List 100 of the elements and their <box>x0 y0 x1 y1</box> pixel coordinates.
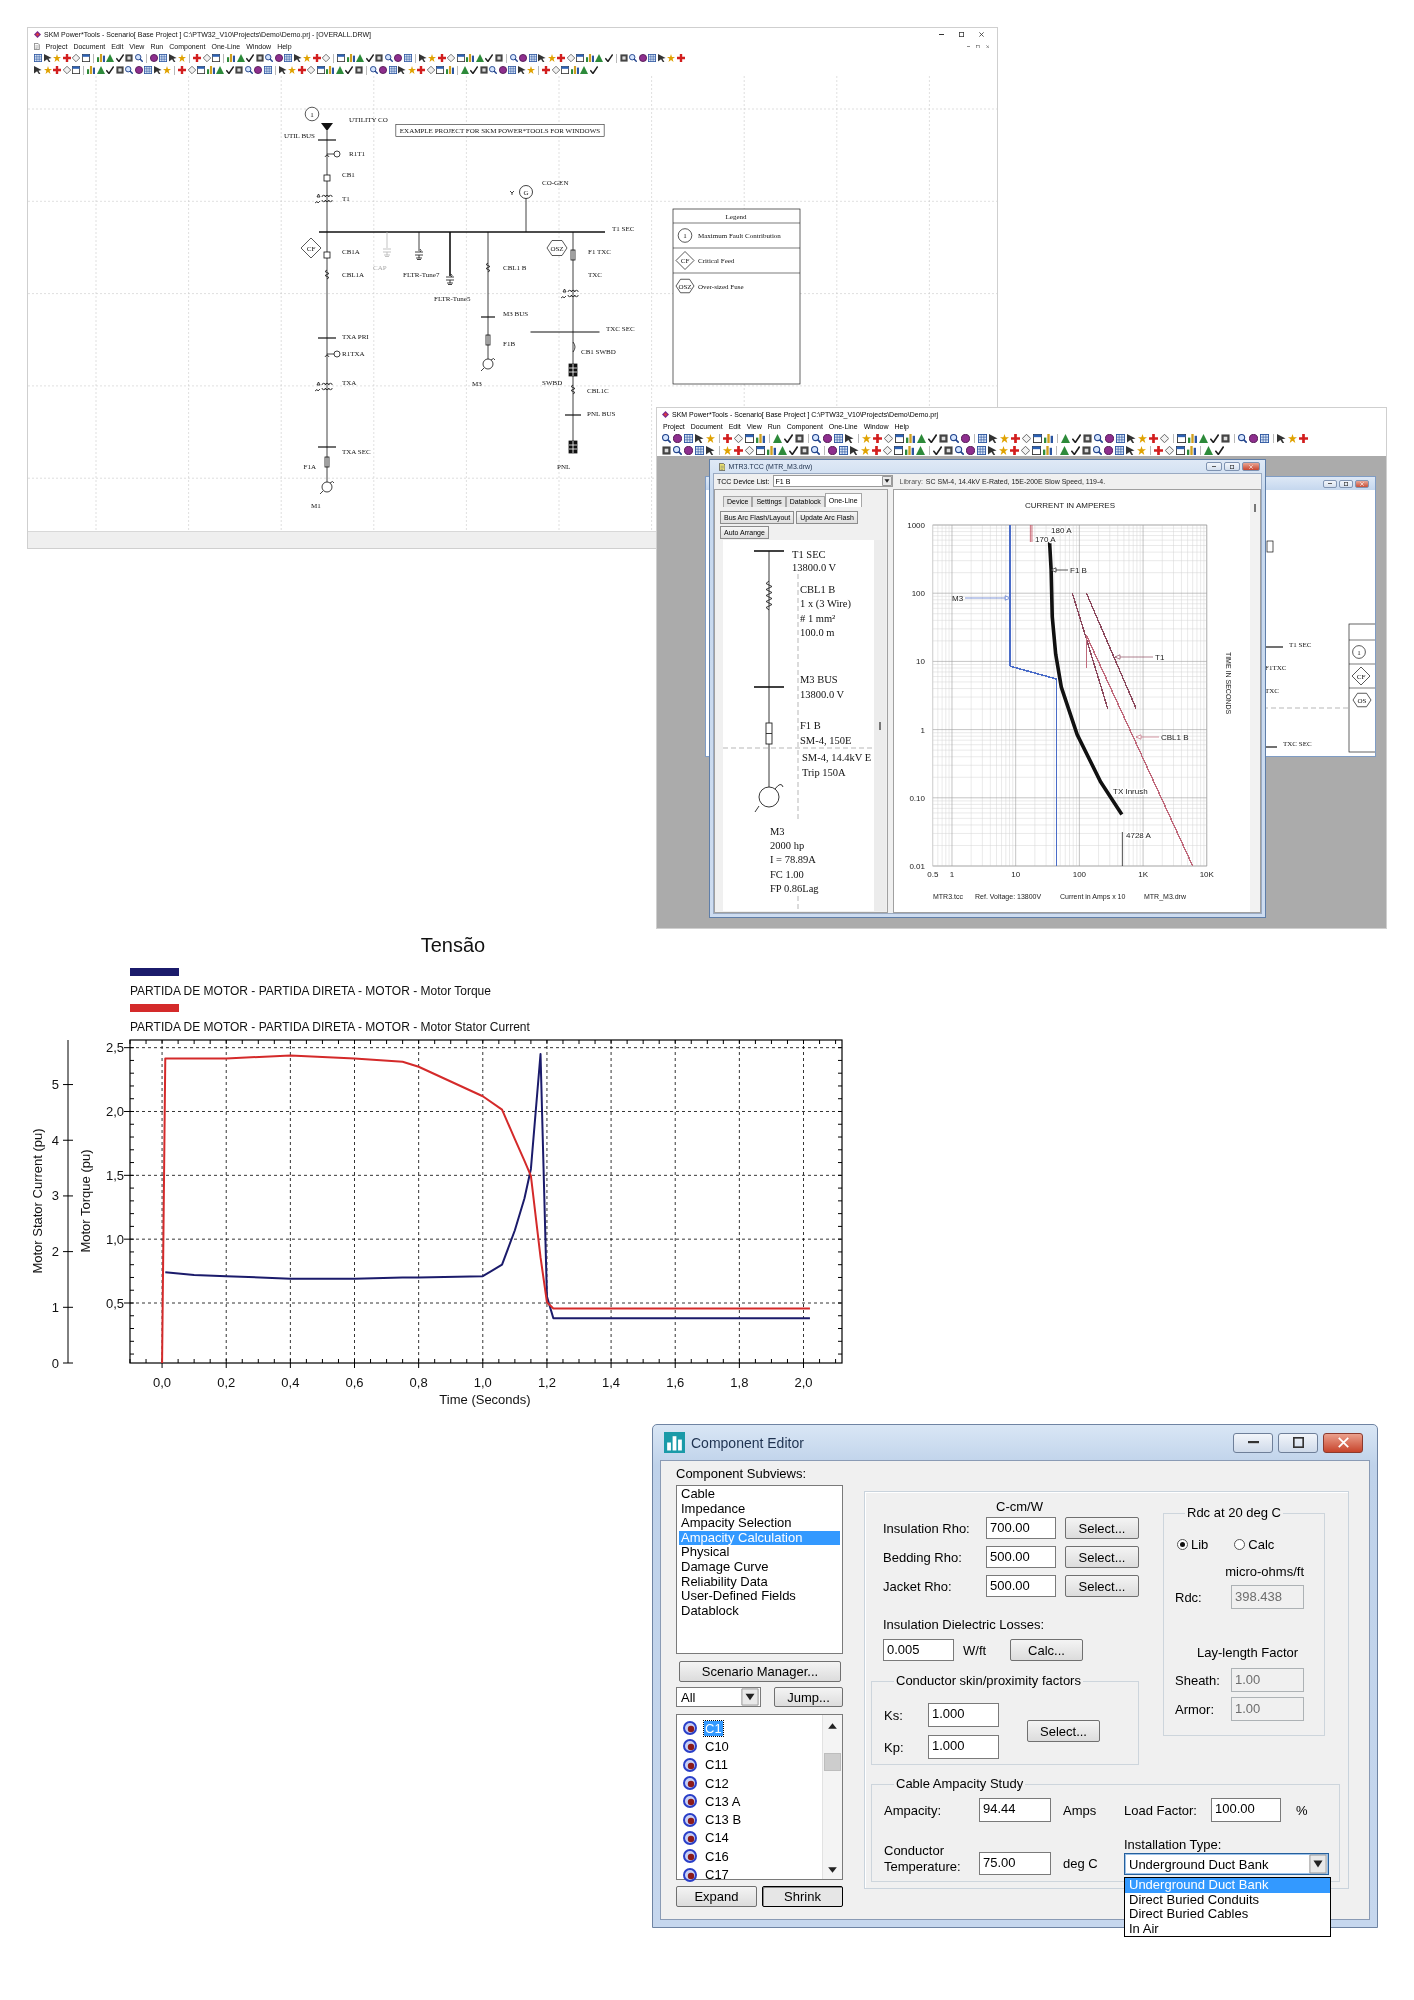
magnifier-icon[interactable] <box>673 445 682 455</box>
star-icon[interactable] <box>163 66 171 74</box>
bars-icon[interactable] <box>1044 433 1053 443</box>
square-icon[interactable] <box>662 445 671 455</box>
grid-icon[interactable] <box>839 445 848 455</box>
input-field[interactable]: 100.00 <box>1211 1798 1281 1822</box>
window-icon[interactable] <box>1176 445 1185 455</box>
window-icon[interactable] <box>316 66 325 74</box>
plus-icon[interactable] <box>417 66 425 74</box>
plus-icon[interactable] <box>53 66 61 74</box>
plus-icon[interactable] <box>62 54 71 62</box>
filter-dropdown[interactable]: All <box>676 1687 761 1707</box>
select-button[interactable]: Select... <box>1027 1720 1100 1742</box>
triangle-icon[interactable] <box>236 54 245 62</box>
plus-icon[interactable] <box>1149 433 1158 443</box>
radio-label[interactable]: Lib <box>1191 1536 1209 1552</box>
close-button[interactable] <box>1355 479 1369 488</box>
grid-icon[interactable] <box>263 66 272 74</box>
star-icon[interactable] <box>178 54 186 62</box>
scrollbar-thumb[interactable] <box>824 1753 841 1771</box>
caret-down-icon[interactable] <box>881 476 892 486</box>
scrollbar-thumb[interactable] <box>1254 504 1256 512</box>
grid-icon[interactable] <box>388 66 397 74</box>
arrow-icon[interactable] <box>1277 433 1286 443</box>
star-icon[interactable] <box>723 445 732 455</box>
bars-icon[interactable] <box>346 54 355 62</box>
plus-icon[interactable] <box>193 54 201 62</box>
caret-up-icon[interactable] <box>828 1723 837 1729</box>
window-icon[interactable] <box>745 433 754 443</box>
window-icon[interactable] <box>212 54 220 62</box>
window-icon[interactable] <box>756 445 765 455</box>
caret-down-icon[interactable] <box>741 1688 759 1706</box>
plus-icon[interactable] <box>557 54 565 62</box>
plus-icon[interactable] <box>723 433 732 443</box>
circle-icon[interactable] <box>149 54 158 62</box>
circle-icon[interactable] <box>498 66 507 74</box>
select-button[interactable]: Select... <box>1065 1517 1139 1539</box>
square-icon[interactable] <box>619 54 628 62</box>
plus-icon[interactable] <box>312 54 321 62</box>
bars-icon[interactable] <box>1043 445 1052 455</box>
arrow-icon[interactable] <box>418 54 427 62</box>
bars-icon[interactable] <box>1187 445 1196 455</box>
triangle-icon[interactable] <box>356 54 364 62</box>
minimize-button[interactable] <box>1323 479 1337 488</box>
input-field[interactable]: 0.005 <box>883 1639 954 1661</box>
grid-icon[interactable] <box>159 54 167 62</box>
list-item[interactable]: Cable <box>679 1487 840 1502</box>
plus-icon[interactable] <box>1011 433 1020 443</box>
square-icon[interactable] <box>115 66 124 74</box>
grid-icon[interactable] <box>1260 433 1269 443</box>
circle-icon[interactable] <box>519 54 527 62</box>
scenario-manager-button[interactable]: Scenario Manager... <box>679 1661 841 1682</box>
list-item[interactable]: C17 <box>704 1867 730 1882</box>
calc-button[interactable]: Calc... <box>1010 1639 1083 1661</box>
circle-icon[interactable] <box>379 66 387 74</box>
circle-icon[interactable] <box>823 433 832 443</box>
star-icon[interactable] <box>407 66 416 74</box>
arrow-icon[interactable] <box>398 66 406 74</box>
grid-icon[interactable] <box>34 54 42 62</box>
grid-icon[interactable] <box>403 54 412 62</box>
bars-icon[interactable] <box>87 66 95 74</box>
bars-icon[interactable] <box>756 433 765 443</box>
input-field[interactable]: 75.00 <box>979 1852 1051 1875</box>
circle-icon[interactable] <box>134 66 143 74</box>
jump-button[interactable]: Jump... <box>774 1687 843 1707</box>
square-icon[interactable] <box>354 66 363 74</box>
square-icon[interactable] <box>125 54 133 62</box>
scrollbar[interactable] <box>1250 490 1260 912</box>
star-icon[interactable] <box>547 54 556 62</box>
window-icon[interactable] <box>1032 445 1041 455</box>
circle-icon[interactable] <box>274 54 283 62</box>
bars-icon[interactable] <box>206 66 215 74</box>
bars-icon[interactable] <box>445 66 454 74</box>
circle-icon[interactable] <box>828 445 837 455</box>
grid-icon[interactable] <box>977 445 986 455</box>
check-icon[interactable] <box>225 66 234 74</box>
grid-icon[interactable] <box>834 433 843 443</box>
plus-icon[interactable] <box>437 54 446 62</box>
triangle-icon[interactable] <box>216 66 224 74</box>
window-icon[interactable] <box>895 433 904 443</box>
grid-icon[interactable] <box>508 66 516 74</box>
caret-down-icon[interactable] <box>828 1867 837 1873</box>
magnifier-icon[interactable] <box>629 54 637 62</box>
bars-icon[interactable] <box>1188 433 1197 443</box>
magnifier-icon[interactable] <box>1238 433 1247 443</box>
scrollbar[interactable] <box>874 540 886 911</box>
bars-icon[interactable] <box>585 54 594 62</box>
window-icon[interactable] <box>337 54 345 62</box>
star-icon[interactable] <box>1137 445 1146 455</box>
input-field[interactable]: 1.000 <box>928 1703 999 1727</box>
select-button[interactable]: Select... <box>1065 1575 1139 1597</box>
star-icon[interactable] <box>862 433 871 443</box>
input-field[interactable]: 700.00 <box>986 1517 1056 1539</box>
dropdown-option[interactable]: Direct Buried Cables <box>1125 1907 1330 1922</box>
list-item[interactable]: C11 <box>704 1757 729 1773</box>
star-icon[interactable] <box>428 54 436 62</box>
star-icon[interactable] <box>527 66 535 74</box>
grid-icon[interactable] <box>528 54 537 62</box>
grid-icon[interactable] <box>695 445 704 455</box>
list-item[interactable]: User-Defined Fields <box>679 1589 840 1604</box>
